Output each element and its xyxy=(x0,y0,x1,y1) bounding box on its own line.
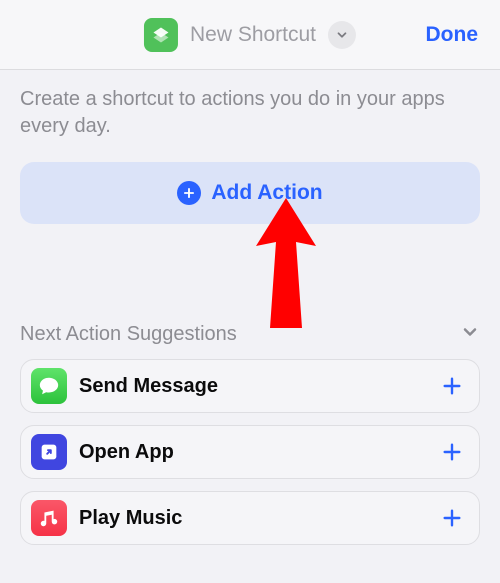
shortcuts-icon xyxy=(31,434,67,470)
suggestion-label: Play Music xyxy=(79,507,439,530)
suggestion-label: Send Message xyxy=(79,375,439,398)
done-button[interactable]: Done xyxy=(426,23,479,47)
suggestion-label: Open App xyxy=(79,441,439,464)
next-action-suggestions: Next Action Suggestions Send Message Ope… xyxy=(20,322,480,545)
suggestion-row-send-message[interactable]: Send Message xyxy=(20,359,480,413)
add-action-label: Add Action xyxy=(211,181,322,205)
editor-content: Create a shortcut to actions you do in y… xyxy=(0,70,500,545)
suggestions-title: Next Action Suggestions xyxy=(20,323,237,346)
header-title-group[interactable]: New Shortcut xyxy=(144,18,356,52)
shortcut-title: New Shortcut xyxy=(190,23,316,47)
chevron-down-icon xyxy=(460,322,480,347)
shortcut-app-icon xyxy=(144,18,178,52)
add-suggestion-button[interactable] xyxy=(439,373,465,399)
suggestions-header[interactable]: Next Action Suggestions xyxy=(20,322,480,347)
add-suggestion-button[interactable] xyxy=(439,439,465,465)
suggestion-row-play-music[interactable]: Play Music xyxy=(20,491,480,545)
plus-circle-icon xyxy=(177,181,201,205)
editor-header: New Shortcut Done xyxy=(0,0,500,70)
messages-icon xyxy=(31,368,67,404)
suggestion-row-open-app[interactable]: Open App xyxy=(20,425,480,479)
title-menu-button[interactable] xyxy=(328,21,356,49)
add-suggestion-button[interactable] xyxy=(439,505,465,531)
music-icon xyxy=(31,500,67,536)
add-action-button[interactable]: Add Action xyxy=(20,162,480,224)
instruction-text: Create a shortcut to actions you do in y… xyxy=(20,86,480,140)
